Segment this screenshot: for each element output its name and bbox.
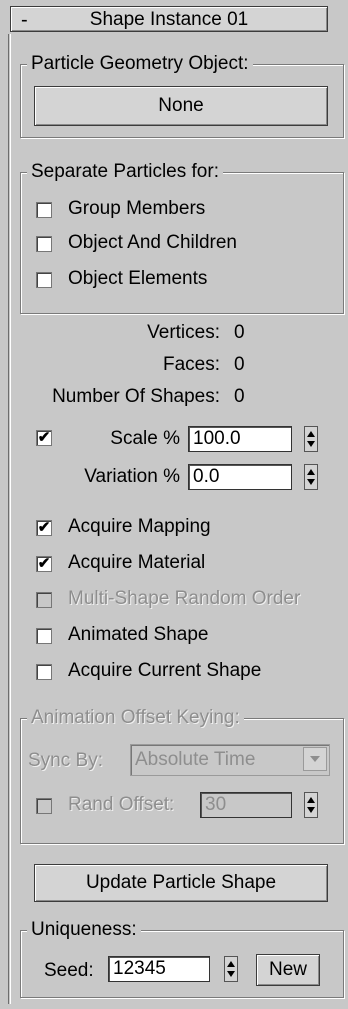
- acquire-material-checkbox[interactable]: ✔: [36, 556, 52, 572]
- seed-label: Seed:: [44, 960, 94, 981]
- spinner-up-icon[interactable]: [307, 431, 315, 437]
- animated-shape-label: Animated Shape: [68, 624, 209, 645]
- update-particle-shape-button[interactable]: Update Particle Shape: [34, 864, 328, 902]
- checkmark-icon: ✔: [37, 555, 51, 572]
- spinner-down-icon[interactable]: [227, 971, 235, 977]
- variation-label: Variation %: [84, 466, 180, 487]
- dropdown-button: [303, 747, 327, 771]
- number-of-shapes-value: 0: [234, 386, 245, 407]
- number-of-shapes-label: Number Of Shapes:: [52, 386, 220, 407]
- spinner-down-icon: [307, 807, 315, 813]
- checkmark-icon: ✔: [37, 519, 51, 536]
- scale-input[interactable]: 100.0: [188, 426, 292, 452]
- spinner-up-icon: [307, 797, 315, 803]
- object-elements-checkbox[interactable]: [36, 272, 52, 288]
- rand-offset-checkbox: [36, 798, 52, 814]
- animated-shape-checkbox[interactable]: [36, 628, 52, 644]
- multi-shape-random-order-checkbox: [36, 592, 52, 608]
- multi-shape-random-order-label: Multi-Shape Random Order: [68, 588, 301, 609]
- faces-label: Faces:: [162, 354, 220, 375]
- variation-spinner[interactable]: [304, 464, 318, 490]
- variation-input[interactable]: 0.0: [188, 464, 292, 490]
- rand-offset-label: Rand Offset:: [68, 794, 175, 815]
- rollout-title: Shape Instance 01: [89, 9, 249, 30]
- object-elements-label: Object Elements: [68, 268, 208, 289]
- spinner-down-icon[interactable]: [307, 479, 315, 485]
- scale-enable-checkbox[interactable]: ✔: [36, 430, 52, 446]
- object-and-children-label: Object And Children: [68, 232, 237, 253]
- acquire-mapping-label: Acquire Mapping: [68, 516, 211, 537]
- scale-spinner[interactable]: [304, 426, 318, 452]
- rand-offset-spinner: [304, 792, 318, 818]
- object-and-children-checkbox[interactable]: [36, 236, 52, 252]
- seed-input[interactable]: 12345: [108, 956, 210, 982]
- geometry-object-picker-button[interactable]: None: [34, 86, 328, 126]
- acquire-mapping-checkbox[interactable]: ✔: [36, 520, 52, 536]
- sync-by-dropdown: Absolute Time: [130, 744, 330, 776]
- acquire-current-shape-label: Acquire Current Shape: [68, 660, 262, 681]
- rand-offset-input: 30: [200, 792, 292, 818]
- rollout-header[interactable]: - Shape Instance 01: [10, 6, 328, 32]
- spinner-down-icon[interactable]: [307, 441, 315, 447]
- spinner-up-icon[interactable]: [227, 961, 235, 967]
- animation-offset-keying-group: Animation Offset Keying:: [20, 707, 344, 844]
- group-members-label: Group Members: [68, 198, 206, 219]
- group-members-checkbox[interactable]: [36, 202, 52, 218]
- rollout-frame: [8, 34, 10, 1004]
- sync-by-value: Absolute Time: [135, 749, 256, 770]
- geometry-group-legend: Particle Geometry Object:: [27, 53, 253, 75]
- new-seed-button[interactable]: New: [256, 954, 320, 986]
- dropdown-arrow-icon: [310, 756, 320, 762]
- faces-value: 0: [234, 354, 245, 375]
- separate-particles-legend: Separate Particles for:: [27, 161, 223, 183]
- uniqueness-legend: Uniqueness:: [27, 919, 141, 941]
- vertices-value: 0: [234, 322, 245, 343]
- acquire-current-shape-checkbox[interactable]: [36, 664, 52, 680]
- sync-by-label: Sync By:: [28, 750, 103, 771]
- seed-spinner[interactable]: [224, 956, 238, 982]
- vertices-label: Vertices:: [147, 322, 220, 343]
- scale-label: Scale %: [110, 428, 180, 449]
- spinner-up-icon[interactable]: [307, 469, 315, 475]
- acquire-material-label: Acquire Material: [68, 552, 206, 573]
- checkmark-icon: ✔: [37, 429, 51, 446]
- animation-offset-keying-legend: Animation Offset Keying:: [27, 707, 244, 729]
